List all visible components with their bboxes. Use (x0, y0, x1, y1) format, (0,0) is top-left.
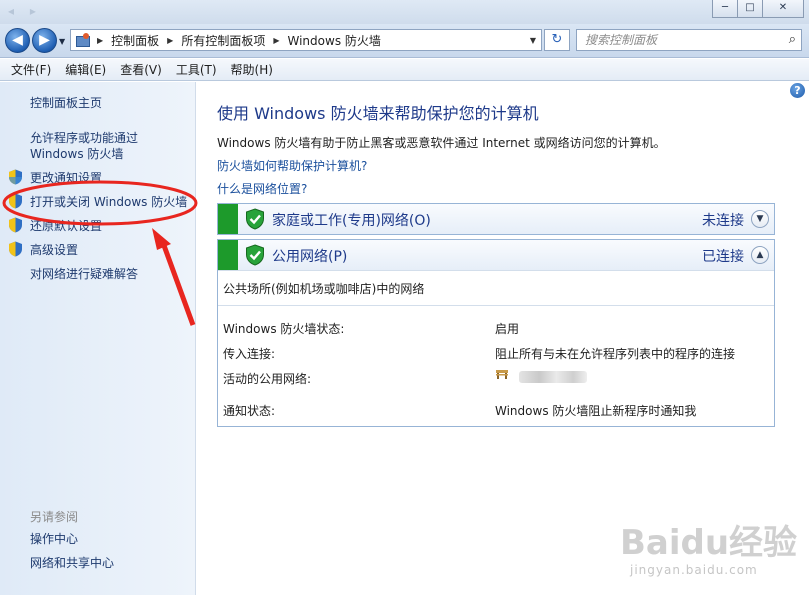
sidebar-item-advanced[interactable]: 高级设置 (30, 242, 78, 258)
detail-value: 启用 (495, 322, 520, 336)
redacted-network-name (519, 371, 587, 383)
home-network-panel: 家庭或工作(专用)网络(O) 未连接 ▼ (217, 203, 775, 235)
sidebar-item-allow-programs[interactable]: 允许程序或功能通过 Windows 防火墙 (30, 130, 192, 162)
collapse-chevron-icon[interactable]: ▲ (751, 246, 769, 264)
sidebar-item-troubleshoot[interactable]: 对网络进行疑难解答 (30, 266, 138, 282)
help-icon[interactable]: ? (790, 83, 805, 98)
home-network-header[interactable]: 家庭或工作(专用)网络(O) 未连接 ▼ (218, 204, 774, 234)
public-network-header[interactable]: 公用网络(P) 已连接 ▲ (218, 240, 774, 270)
recent-pages-dropdown[interactable]: ▼ (59, 37, 65, 46)
forward-button[interactable]: ▶ (32, 28, 57, 53)
address-bar[interactable]: ▶ 控制面板 ▶ 所有控制面板项 ▶ Windows 防火墙 ▼ (70, 29, 542, 51)
sidebar-item-home[interactable]: 控制面板主页 (30, 95, 102, 111)
chevron-right-icon[interactable]: ▶ (167, 36, 173, 45)
public-network-panel: 公用网络(P) 已连接 ▲ 公共场所(例如机场或咖啡店)中的网络 Windows… (217, 239, 775, 427)
see-also-heading: 另请参阅 (30, 510, 79, 524)
page-title: 使用 Windows 防火墙来帮助保护您的计算机 (217, 104, 539, 123)
breadcrumb-control-panel[interactable]: 控制面板 (111, 32, 159, 49)
refresh-button[interactable]: ↻ (544, 29, 570, 51)
public-network-details: Windows 防火墙状态: 启用 传入连接: 阻止所有与未在允许程序列表中的程… (218, 306, 774, 426)
sidebar: 控制面板主页 允许程序或功能通过 Windows 防火墙 更改通知设置 打开或关… (0, 82, 196, 595)
home-network-status: 未连接 (702, 213, 744, 229)
expand-chevron-icon[interactable]: ▼ (751, 210, 769, 228)
sidebar-item-network-center[interactable]: 网络和共享中心 (30, 555, 114, 571)
navigation-bar: ◀ ▶ ▼ ▶ 控制面板 ▶ 所有控制面板项 ▶ Windows 防火墙 ▼ ↻… (0, 24, 809, 58)
link-network-location[interactable]: 什么是网络位置? (217, 180, 307, 197)
sidebar-item-action-center[interactable]: 操作中心 (30, 531, 78, 547)
search-placeholder: 搜索控制面板 (585, 33, 658, 47)
uac-shield-icon (9, 169, 22, 185)
home-network-name: 家庭或工作(专用)网络(O) (272, 213, 431, 229)
watermark-brand: Baidu经验 (620, 523, 798, 563)
search-input[interactable]: 搜索控制面板 ⌕ (576, 29, 802, 51)
public-network-status: 已连接 (702, 249, 744, 265)
status-bar-green (218, 204, 238, 234)
public-network-name: 公用网络(P) (272, 249, 348, 265)
detail-label: 通知状态: (223, 404, 276, 418)
detail-label: 传入连接: (223, 347, 276, 361)
menu-edit[interactable]: 编辑(E) (58, 61, 113, 78)
public-network-description: 公共场所(例如机场或咖啡店)中的网络 (218, 270, 774, 306)
link-how-firewall-helps[interactable]: 防火墙如何帮助保护计算机? (217, 157, 367, 174)
status-bar-green (218, 240, 238, 270)
chevron-right-icon[interactable]: ▶ (97, 36, 103, 45)
public-bench-icon (496, 370, 508, 379)
detail-value: 阻止所有与未在允许程序列表中的程序的连接 (495, 347, 736, 361)
uac-shield-icon (9, 217, 22, 233)
firewall-shield-check-icon (246, 244, 264, 266)
breadcrumb-firewall[interactable]: Windows 防火墙 (288, 32, 381, 49)
detail-value: Windows 防火墙阻止新程序时通知我 (495, 404, 697, 418)
menu-file[interactable]: 文件(F) (4, 61, 58, 78)
uac-shield-icon (9, 241, 22, 257)
menu-view[interactable]: 查看(V) (113, 61, 169, 78)
watermark-url: jingyan.baidu.com (630, 563, 758, 577)
chevron-right-icon[interactable]: ▶ (273, 36, 279, 45)
sidebar-item-change-notifications[interactable]: 更改通知设置 (30, 170, 102, 186)
breadcrumb-all-items[interactable]: 所有控制面板项 (181, 32, 265, 49)
firewall-shield-check-icon (246, 208, 264, 230)
menu-help[interactable]: 帮助(H) (224, 61, 280, 78)
address-dropdown-icon[interactable]: ▼ (525, 36, 541, 45)
uac-shield-icon (9, 193, 22, 209)
search-icon[interactable]: ⌕ (789, 30, 796, 50)
active-network-value (495, 368, 591, 383)
page-description: Windows 防火墙有助于防止黑客或恶意软件通过 Internet 或网络访问… (217, 136, 666, 150)
detail-label: 活动的公用网络: (223, 372, 312, 386)
detail-label: Windows 防火墙状态: (223, 322, 345, 336)
menu-bar: 文件(F) 编辑(E) 查看(V) 工具(T) 帮助(H) (0, 59, 809, 81)
maximize-button[interactable]: □ (737, 0, 763, 18)
control-panel-icon (75, 33, 91, 47)
minimize-button[interactable]: ─ (712, 0, 738, 18)
menu-tools[interactable]: 工具(T) (169, 61, 224, 78)
back-button[interactable]: ◀ (5, 28, 30, 53)
window-titlebar: ◂ ▸ ─ □ ✕ (0, 0, 809, 24)
baidu-watermark: Baidu经验 jingyan.baidu.com (620, 505, 800, 587)
close-button[interactable]: ✕ (762, 0, 804, 18)
titlebar-ghost-buttons: ◂ ▸ (8, 4, 42, 18)
sidebar-item-restore-defaults[interactable]: 还原默认设置 (30, 218, 102, 234)
sidebar-item-turn-on-off[interactable]: 打开或关闭 Windows 防火墙 (30, 194, 187, 210)
